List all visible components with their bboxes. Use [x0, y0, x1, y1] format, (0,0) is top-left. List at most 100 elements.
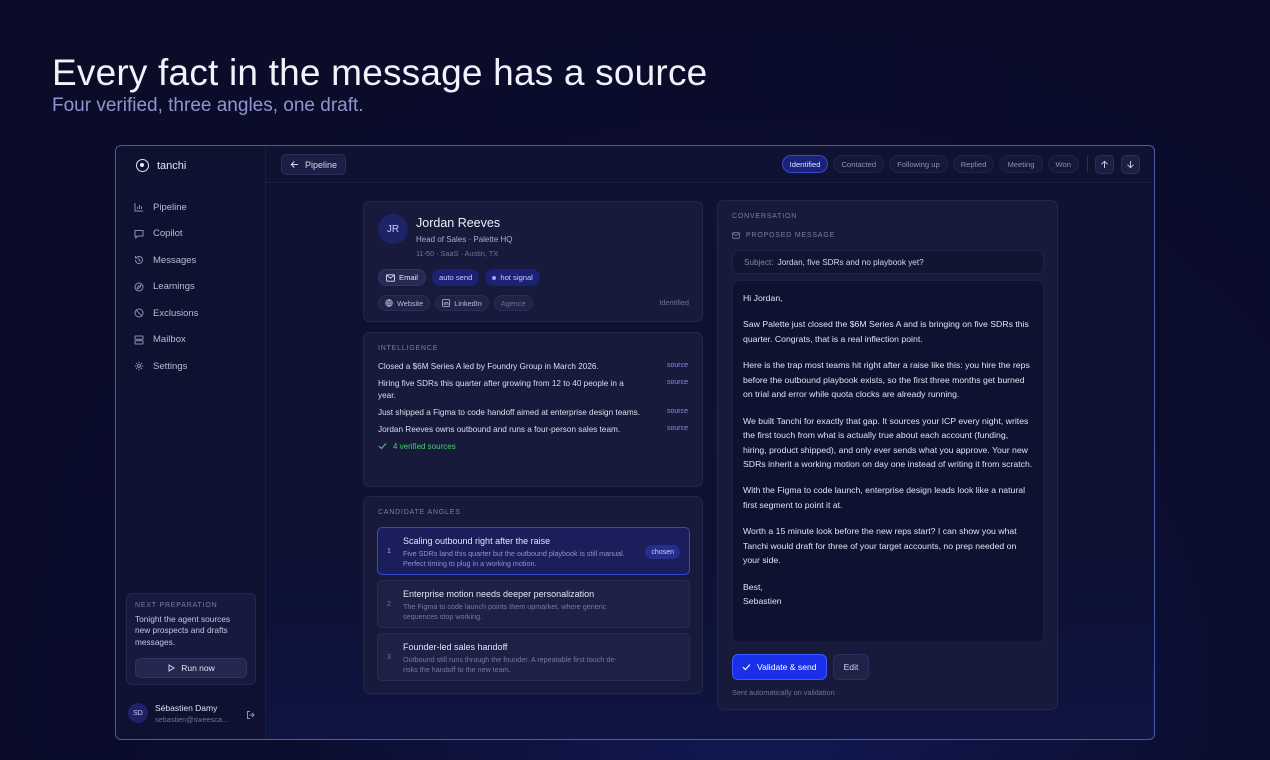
hot-signal-tag: hot signal [485, 269, 540, 286]
hero-title: Every fact in the message has a source [52, 52, 708, 93]
website-label: Website [397, 298, 424, 308]
arrow-left-icon [290, 161, 298, 168]
status-badge: Identified [659, 298, 689, 307]
candidate-angles-panel: CANDIDATE ANGLES 1 Scaling outbound righ… [363, 496, 703, 694]
fact-text: Closed a $6M Series A led by Foundry Gro… [378, 362, 599, 371]
previous-button[interactable] [1095, 155, 1114, 174]
message-paragraph: We built Tanchi for exactly that gap. It… [743, 415, 1033, 469]
prospect-card: JR Jordan Reeves Head of Sales · Palette… [363, 201, 703, 322]
arrow-down-icon [1127, 161, 1134, 169]
conversation-panel: CONVERSATION PROPOSED MESSAGE Subject: J… [717, 200, 1058, 710]
message-actions: Validate & send Edit [732, 654, 870, 680]
message-paragraph: Worth a 15 minute look before the new re… [743, 526, 1017, 566]
conversation-eyebrow: CONVERSATION [732, 213, 798, 220]
message-body[interactable]: Hi Jordan, Saw Palette just closed the $… [732, 280, 1044, 643]
sidebar-item-label: Mailbox [153, 334, 186, 346]
message-paragraph: With the Figma to code launch, enterpris… [743, 485, 1026, 510]
tab-meeting[interactable]: Meeting [999, 155, 1043, 173]
mail-icon [732, 232, 740, 239]
tab-identified[interactable]: Identified [781, 155, 829, 173]
arrow-up-icon [1101, 160, 1108, 168]
source-link[interactable]: source [667, 424, 688, 432]
prospect-role: Head of Sales · Palette HQ [416, 235, 513, 244]
compass-icon [134, 282, 144, 292]
tab-won[interactable]: Won [1047, 155, 1079, 173]
angle-number: 3 [387, 654, 391, 661]
app-window: tanchi Pipeline Copilot Messages Learnin… [115, 145, 1155, 740]
proposed-label: PROPOSED MESSAGE [746, 232, 836, 239]
run-now-button[interactable]: Run now [135, 658, 247, 678]
sidebar-item-label: Learnings [153, 281, 195, 293]
logout-icon[interactable] [246, 707, 256, 725]
angle-description: Outbound still runs through the founder.… [403, 655, 617, 674]
back-label: Pipeline [305, 159, 338, 170]
message-paragraph: Saw Palette just closed the $6M Series A… [743, 319, 1029, 344]
linkedin-label: LinkedIn [454, 298, 482, 308]
sidebar-item-label: Exclusions [153, 307, 199, 319]
sidebar-item-exclusions[interactable]: Exclusions [134, 300, 198, 327]
prep-eyebrow: NEXT PREPARATION [135, 602, 218, 609]
subject-field[interactable]: Subject: Jordan, five SDRs and no playbo… [732, 250, 1044, 274]
next-button[interactable] [1121, 155, 1140, 174]
prospect-name: Jordan Reeves [416, 216, 501, 230]
angle-option[interactable]: 1 Scaling outbound right after the raise… [377, 527, 690, 575]
sidebar-item-learnings[interactable]: Learnings [134, 274, 198, 301]
prep-text: Tonight the agent sources new prospects … [135, 614, 231, 647]
user-name: Sébastien Damy [155, 702, 218, 713]
linkedin-link[interactable]: LinkedIn [435, 295, 489, 311]
message-paragraph: Hi Jordan, [743, 293, 783, 303]
stage-tabs: Identified Contacted Following up Replie… [781, 155, 1088, 173]
next-preparation-card: NEXT PREPARATION Tonight the agent sourc… [126, 593, 256, 685]
subject-label: Subject: [744, 257, 774, 267]
prospect-links: Website LinkedIn Agence [378, 295, 533, 311]
message-paragraph: Here is the trap most teams hit right af… [743, 360, 1030, 400]
hero-subtitle: Four verified, three angles, one draft. [52, 95, 364, 116]
sidebar-item-pipeline[interactable]: Pipeline [134, 194, 198, 221]
mail-icon [386, 273, 395, 282]
source-link[interactable]: source [667, 407, 688, 415]
angle-number: 2 [387, 601, 391, 608]
check-icon [742, 664, 751, 671]
prospect-tags: Email auto send hot signal [378, 269, 540, 286]
fact-text: Hiring five SDRs this quarter after grow… [378, 378, 624, 401]
auto-send-tag: auto send [432, 269, 480, 286]
avatar: JR [378, 214, 408, 244]
hot-signal-label: hot signal [500, 273, 533, 282]
verified-sources: 4 verified sources [378, 442, 688, 451]
play-icon [168, 664, 176, 672]
website-link[interactable]: Website [378, 295, 431, 311]
sidebar-item-label: Copilot [153, 228, 183, 240]
source-link[interactable]: source [667, 378, 688, 386]
auto-send-note: Sent automatically on validation [732, 688, 835, 697]
sidebar-item-label: Settings [153, 360, 188, 372]
source-link[interactable]: source [667, 361, 688, 369]
sidebar-item-copilot[interactable]: Copilot [134, 221, 198, 248]
user-email: sebastien@sweesca... [155, 714, 229, 724]
server-icon [134, 335, 144, 345]
ban-icon [134, 308, 144, 318]
message-signature: Best, Sebastien [743, 581, 782, 606]
sidebar-item-messages[interactable]: Messages [134, 247, 198, 274]
tab-contacted[interactable]: Contacted [833, 155, 885, 173]
user-profile[interactable]: SD Sébastien Damy sebastien@sweesca... [128, 701, 256, 725]
validate-send-button[interactable]: Validate & send [732, 654, 827, 680]
fact-text: Jordan Reeves owns outbound and runs a f… [378, 425, 621, 435]
globe-icon [385, 299, 393, 307]
logo-icon [136, 159, 149, 172]
tab-following-up[interactable]: Following up [889, 155, 948, 173]
tab-replied[interactable]: Replied [952, 155, 995, 173]
angle-option[interactable]: 3 Founder-led sales handoff Outbound sti… [377, 633, 690, 681]
validate-label: Validate & send [757, 662, 817, 672]
angle-option[interactable]: 2 Enterprise motion needs deeper persona… [377, 580, 690, 628]
sidebar-item-settings[interactable]: Settings [134, 353, 198, 380]
angle-number: 1 [387, 548, 391, 555]
brand[interactable]: tanchi [136, 159, 186, 172]
back-to-pipeline-button[interactable]: Pipeline [281, 154, 347, 175]
run-now-label: Run now [181, 663, 215, 673]
sidebar-item-label: Pipeline [153, 201, 187, 213]
email-channel-chip[interactable]: Email [378, 269, 426, 286]
agence-link[interactable]: Agence [493, 295, 533, 311]
list-item: Hiring five SDRs this quarter after grow… [378, 378, 688, 403]
edit-button[interactable]: Edit [832, 654, 870, 680]
sidebar-item-mailbox[interactable]: Mailbox [134, 327, 198, 354]
